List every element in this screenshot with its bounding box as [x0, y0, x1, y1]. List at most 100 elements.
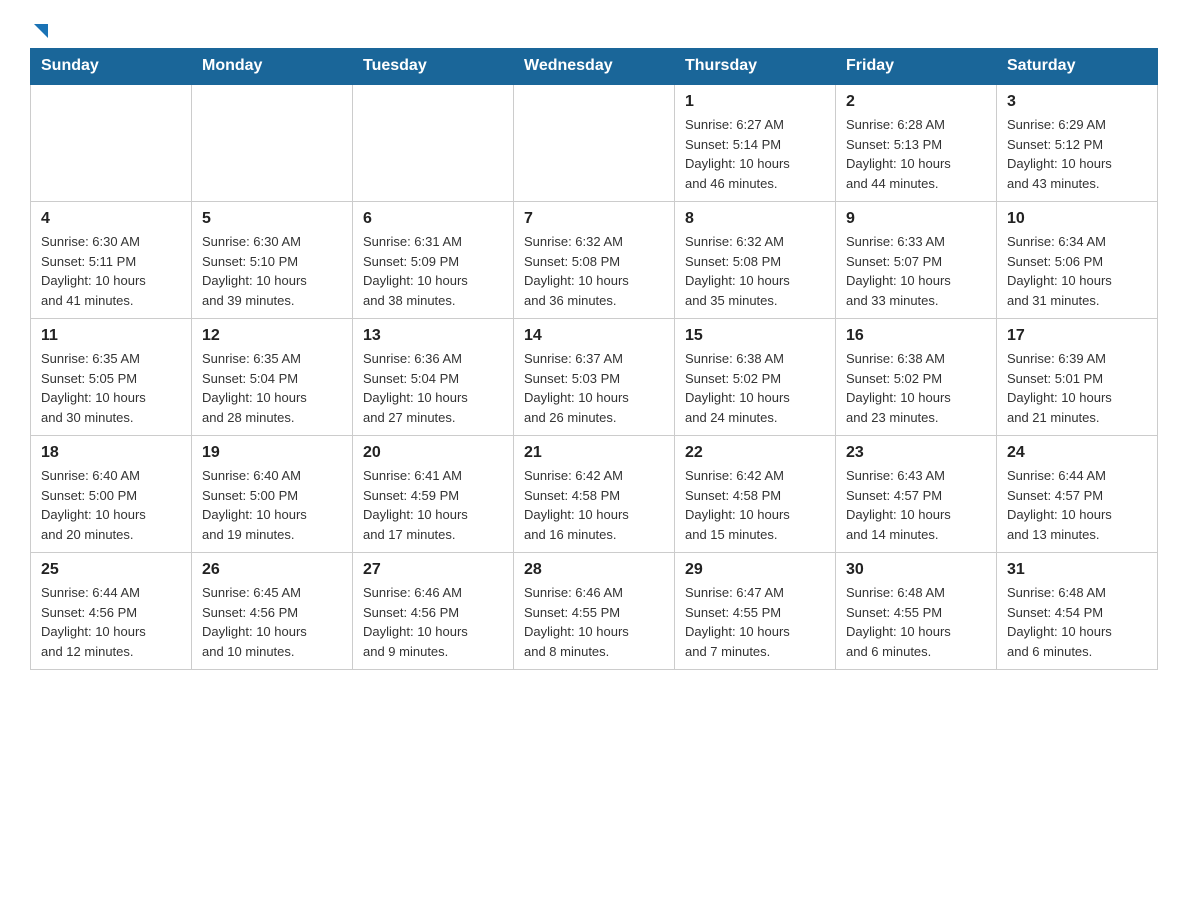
day-info: Sunrise: 6:33 AMSunset: 5:07 PMDaylight:… [846, 232, 986, 310]
day-number: 17 [1007, 327, 1147, 345]
calendar-cell: 15 Sunrise: 6:38 AMSunset: 5:02 PMDayligh… [675, 319, 836, 436]
day-info: Sunrise: 6:43 AMSunset: 4:57 PMDaylight:… [846, 466, 986, 544]
calendar-cell: 17 Sunrise: 6:39 AMSunset: 5:01 PMDayligh… [997, 319, 1158, 436]
day-info: Sunrise: 6:36 AMSunset: 5:04 PMDaylight:… [363, 349, 503, 427]
weekday-header: Thursday [675, 49, 836, 85]
day-number: 16 [846, 327, 986, 345]
calendar-cell: 12Sunrise: 6:35 AMSunset: 5:04 PMDayligh… [192, 319, 353, 436]
calendar-cell: 6 Sunrise: 6:31 AMSunset: 5:09 PMDaylight… [353, 202, 514, 319]
day-number: 21 [524, 444, 664, 462]
weekday-header: Saturday [997, 49, 1158, 85]
day-number: 13 [363, 327, 503, 345]
day-number: 9 [846, 210, 986, 228]
day-info: Sunrise: 6:32 AMSunset: 5:08 PMDaylight:… [685, 232, 825, 310]
day-info: Sunrise: 6:42 AMSunset: 4:58 PMDaylight:… [524, 466, 664, 544]
day-number: 7 [524, 210, 664, 228]
calendar-cell: 10 Sunrise: 6:34 AMSunset: 5:06 PMDayligh… [997, 202, 1158, 319]
day-number: 2 [846, 93, 986, 111]
calendar-cell: 11 Sunrise: 6:35 AMSunset: 5:05 PMDayligh… [31, 319, 192, 436]
day-info: Sunrise: 6:30 AMSunset: 5:11 PMDaylight:… [41, 232, 181, 310]
weekday-header: Friday [836, 49, 997, 85]
day-number: 29 [685, 561, 825, 579]
calendar-cell: 1 Sunrise: 6:27 AMSunset: 5:14 PMDaylight… [675, 84, 836, 202]
day-number: 3 [1007, 93, 1147, 111]
calendar-cell: 14Sunrise: 6:37 AMSunset: 5:03 PMDayligh… [514, 319, 675, 436]
day-info: Sunrise: 6:41 AMSunset: 4:59 PMDaylight:… [363, 466, 503, 544]
day-info: Sunrise: 6:40 AMSunset: 5:00 PMDaylight:… [202, 466, 342, 544]
day-number: 22 [685, 444, 825, 462]
day-info: Sunrise: 6:46 AMSunset: 4:56 PMDaylight:… [363, 583, 503, 661]
calendar-cell: 19Sunrise: 6:40 AMSunset: 5:00 PMDayligh… [192, 436, 353, 553]
day-number: 30 [846, 561, 986, 579]
calendar-cell: 22 Sunrise: 6:42 AMSunset: 4:58 PMDayligh… [675, 436, 836, 553]
calendar-cell: 16 Sunrise: 6:38 AMSunset: 5:02 PMDayligh… [836, 319, 997, 436]
day-info: Sunrise: 6:39 AMSunset: 5:01 PMDaylight:… [1007, 349, 1147, 427]
calendar-week-row: 11 Sunrise: 6:35 AMSunset: 5:05 PMDayligh… [31, 319, 1158, 436]
calendar-cell: 21 Sunrise: 6:42 AMSunset: 4:58 PMDayligh… [514, 436, 675, 553]
day-number: 25 [41, 561, 181, 579]
weekday-header: Monday [192, 49, 353, 85]
day-info: Sunrise: 6:40 AMSunset: 5:00 PMDaylight:… [41, 466, 181, 544]
weekday-header: Tuesday [353, 49, 514, 85]
calendar-cell: 5 Sunrise: 6:30 AMSunset: 5:10 PMDaylight… [192, 202, 353, 319]
weekday-header-row: SundayMondayTuesdayWednesdayThursdayFrid… [31, 49, 1158, 85]
calendar-cell: 30 Sunrise: 6:48 AMSunset: 4:55 PMDayligh… [836, 553, 997, 670]
calendar-week-row: 25 Sunrise: 6:44 AMSunset: 4:56 PMDayligh… [31, 553, 1158, 670]
day-info: Sunrise: 6:42 AMSunset: 4:58 PMDaylight:… [685, 466, 825, 544]
day-info: Sunrise: 6:32 AMSunset: 5:08 PMDaylight:… [524, 232, 664, 310]
day-number: 1 [685, 93, 825, 111]
calendar-cell: 9 Sunrise: 6:33 AMSunset: 5:07 PMDaylight… [836, 202, 997, 319]
day-info: Sunrise: 6:35 AMSunset: 5:05 PMDaylight:… [41, 349, 181, 427]
day-number: 27 [363, 561, 503, 579]
day-number: 18 [41, 444, 181, 462]
day-number: 5 [202, 210, 342, 228]
day-info: Sunrise: 6:45 AMSunset: 4:56 PMDaylight:… [202, 583, 342, 661]
day-info: Sunrise: 6:44 AMSunset: 4:57 PMDaylight:… [1007, 466, 1147, 544]
day-info: Sunrise: 6:38 AMSunset: 5:02 PMDaylight:… [846, 349, 986, 427]
day-info: Sunrise: 6:37 AMSunset: 5:03 PMDaylight:… [524, 349, 664, 427]
day-number: 12 [202, 327, 342, 345]
calendar-cell [353, 84, 514, 202]
day-number: 31 [1007, 561, 1147, 579]
day-number: 11 [41, 327, 181, 345]
calendar-cell: 13 Sunrise: 6:36 AMSunset: 5:04 PMDayligh… [353, 319, 514, 436]
day-info: Sunrise: 6:30 AMSunset: 5:10 PMDaylight:… [202, 232, 342, 310]
day-info: Sunrise: 6:48 AMSunset: 4:54 PMDaylight:… [1007, 583, 1147, 661]
day-info: Sunrise: 6:34 AMSunset: 5:06 PMDaylight:… [1007, 232, 1147, 310]
day-info: Sunrise: 6:44 AMSunset: 4:56 PMDaylight:… [41, 583, 181, 661]
day-number: 20 [363, 444, 503, 462]
header [30, 20, 1158, 38]
day-number: 23 [846, 444, 986, 462]
day-number: 15 [685, 327, 825, 345]
day-number: 6 [363, 210, 503, 228]
day-number: 4 [41, 210, 181, 228]
calendar-week-row: 1 Sunrise: 6:27 AMSunset: 5:14 PMDaylight… [31, 84, 1158, 202]
day-info: Sunrise: 6:29 AMSunset: 5:12 PMDaylight:… [1007, 115, 1147, 193]
day-number: 8 [685, 210, 825, 228]
day-info: Sunrise: 6:38 AMSunset: 5:02 PMDaylight:… [685, 349, 825, 427]
day-info: Sunrise: 6:46 AMSunset: 4:55 PMDaylight:… [524, 583, 664, 661]
day-info: Sunrise: 6:31 AMSunset: 5:09 PMDaylight:… [363, 232, 503, 310]
calendar-week-row: 18 Sunrise: 6:40 AMSunset: 5:00 PMDayligh… [31, 436, 1158, 553]
calendar-cell: 20 Sunrise: 6:41 AMSunset: 4:59 PMDayligh… [353, 436, 514, 553]
weekday-header: Wednesday [514, 49, 675, 85]
day-number: 26 [202, 561, 342, 579]
calendar-cell [514, 84, 675, 202]
logo [30, 20, 52, 38]
calendar-cell: 3 Sunrise: 6:29 AMSunset: 5:12 PMDaylight… [997, 84, 1158, 202]
calendar-cell: 24 Sunrise: 6:44 AMSunset: 4:57 PMDayligh… [997, 436, 1158, 553]
day-number: 24 [1007, 444, 1147, 462]
calendar-cell: 27 Sunrise: 6:46 AMSunset: 4:56 PMDayligh… [353, 553, 514, 670]
calendar-cell [31, 84, 192, 202]
calendar-cell: 8 Sunrise: 6:32 AMSunset: 5:08 PMDaylight… [675, 202, 836, 319]
day-number: 10 [1007, 210, 1147, 228]
calendar-cell: 18 Sunrise: 6:40 AMSunset: 5:00 PMDayligh… [31, 436, 192, 553]
calendar-cell: 2Sunrise: 6:28 AMSunset: 5:13 PMDaylight… [836, 84, 997, 202]
day-info: Sunrise: 6:48 AMSunset: 4:55 PMDaylight:… [846, 583, 986, 661]
day-number: 28 [524, 561, 664, 579]
calendar-cell: 26 Sunrise: 6:45 AMSunset: 4:56 PMDayligh… [192, 553, 353, 670]
calendar-cell: 4 Sunrise: 6:30 AMSunset: 5:11 PMDaylight… [31, 202, 192, 319]
calendar-cell: 31 Sunrise: 6:48 AMSunset: 4:54 PMDayligh… [997, 553, 1158, 670]
calendar-cell: 7 Sunrise: 6:32 AMSunset: 5:08 PMDaylight… [514, 202, 675, 319]
day-info: Sunrise: 6:27 AMSunset: 5:14 PMDaylight:… [685, 115, 825, 193]
